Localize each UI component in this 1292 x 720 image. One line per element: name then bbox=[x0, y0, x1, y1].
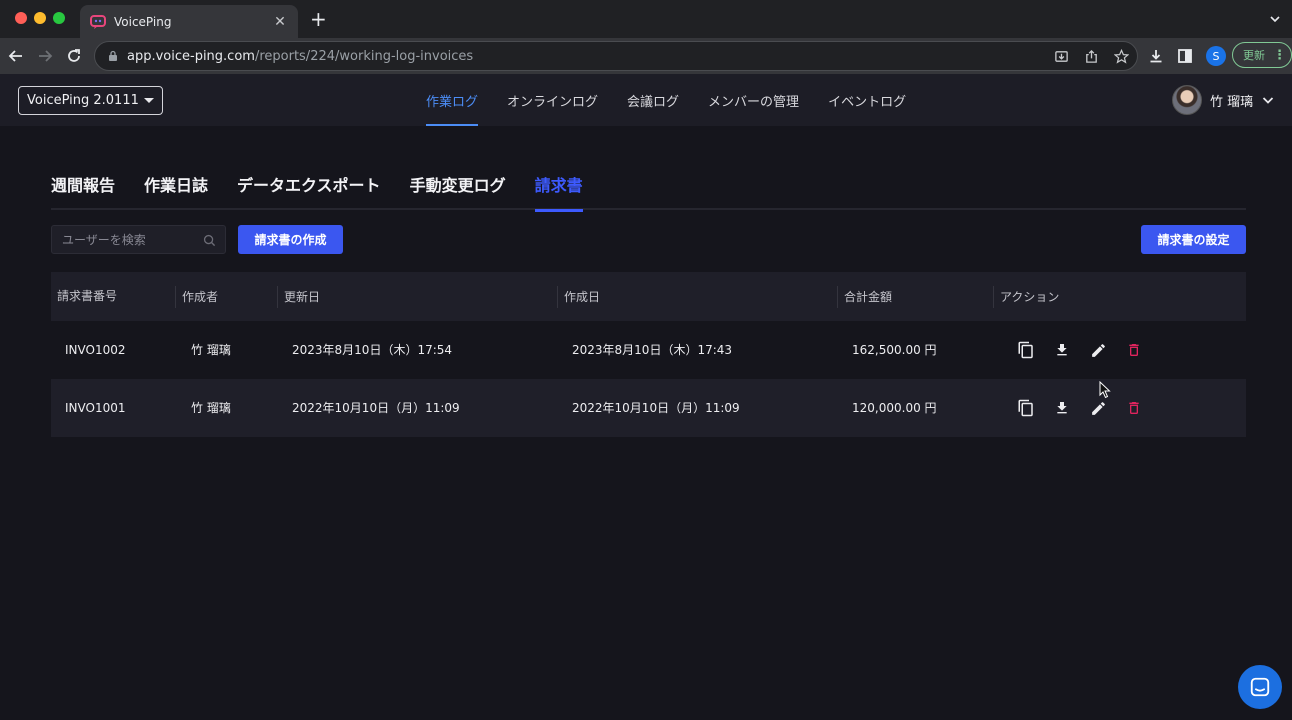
nav-event-log[interactable]: イベントログ bbox=[828, 74, 906, 126]
invoice-table: 請求書番号 作成者 更新日 作成日 合計金額 アクション INVO1002 竹 … bbox=[51, 272, 1246, 437]
new-tab-icon[interactable]: + bbox=[310, 9, 327, 29]
invoice-settings-button[interactable]: 請求書の設定 bbox=[1141, 225, 1246, 254]
nav-member-management[interactable]: メンバーの管理 bbox=[708, 74, 799, 126]
table-row: INVO1002 竹 瑠璃 2023年8月10日（木）17:54 2023年8月… bbox=[51, 321, 1246, 379]
tab-data-export[interactable]: データエクスポート bbox=[237, 166, 381, 210]
chat-icon bbox=[1249, 676, 1271, 698]
browser-tabstrip: VoicePing ✕ + bbox=[0, 0, 1292, 38]
invoice-updated: 2022年10月10日（月）11:09 bbox=[292, 401, 460, 415]
tab-weekly-report[interactable]: 週間報告 bbox=[51, 166, 115, 210]
invoice-total: 120,000.00 円 bbox=[852, 401, 937, 415]
column-header-invoice-number: 請求書番号 bbox=[57, 289, 118, 303]
column-header-total: 合計金額 bbox=[837, 286, 892, 308]
nav-meeting-log[interactable]: 会議ログ bbox=[627, 74, 679, 126]
row-actions bbox=[1017, 399, 1143, 417]
invoice-created: 2022年10月10日（月）11:09 bbox=[572, 401, 740, 415]
reload-icon[interactable] bbox=[64, 46, 84, 66]
tab-manual-change-log[interactable]: 手動変更ログ bbox=[410, 166, 506, 210]
search-input[interactable] bbox=[62, 232, 192, 247]
invoice-updated: 2023年8月10日（木）17:54 bbox=[292, 343, 453, 357]
create-invoice-button[interactable]: 請求書の作成 bbox=[238, 225, 343, 254]
user-search bbox=[51, 225, 226, 254]
mouse-cursor-icon bbox=[1099, 381, 1111, 399]
invoice-created: 2023年8月10日（木）17:43 bbox=[572, 343, 733, 357]
update-label: 更新 bbox=[1243, 49, 1265, 62]
address-bar[interactable]: app.voice-ping.com/reports/224/working-l… bbox=[94, 41, 1138, 71]
profile-avatar[interactable]: S bbox=[1206, 46, 1226, 66]
share-icon[interactable] bbox=[1083, 48, 1099, 64]
workspace-label: VoicePing 2.0111 bbox=[27, 93, 139, 108]
column-header-actions: アクション bbox=[993, 286, 1059, 308]
table-header: 請求書番号 作成者 更新日 作成日 合計金額 アクション bbox=[51, 272, 1246, 321]
url-text: app.voice-ping.com/reports/224/working-l… bbox=[127, 49, 473, 64]
kebab-menu-icon[interactable]: ⋮ bbox=[1273, 48, 1286, 63]
tab-close-icon[interactable]: ✕ bbox=[272, 14, 288, 30]
download-icon[interactable] bbox=[1053, 399, 1071, 417]
nav-online-log[interactable]: オンラインログ bbox=[507, 74, 598, 126]
voiceping-favicon-icon bbox=[90, 14, 106, 30]
tab-search-chevron-icon[interactable] bbox=[1268, 12, 1282, 26]
invoice-number: INVO1001 bbox=[65, 401, 126, 415]
user-name: 竹 瑠璃 bbox=[1210, 94, 1254, 110]
user-avatar bbox=[1172, 85, 1202, 115]
copy-icon[interactable] bbox=[1017, 399, 1035, 417]
browser-tab[interactable]: VoicePing ✕ bbox=[80, 5, 298, 38]
url-path: /reports/224/working-log-invoices bbox=[254, 48, 474, 64]
tab-work-diary[interactable]: 作業日誌 bbox=[144, 166, 208, 210]
delete-icon[interactable] bbox=[1125, 341, 1143, 359]
invoice-number: INVO1002 bbox=[65, 343, 126, 357]
window-minimize-button[interactable] bbox=[34, 12, 46, 24]
column-header-created: 作成日 bbox=[557, 286, 600, 308]
column-header-updated: 更新日 bbox=[277, 286, 320, 308]
window-zoom-button[interactable] bbox=[53, 12, 65, 24]
invoice-author: 竹 瑠璃 bbox=[191, 401, 231, 415]
caret-down-icon bbox=[144, 98, 154, 103]
copy-icon[interactable] bbox=[1017, 341, 1035, 359]
row-actions bbox=[1017, 341, 1143, 359]
delete-icon[interactable] bbox=[1125, 399, 1143, 417]
tab-invoices[interactable]: 請求書 bbox=[534, 166, 583, 212]
browser-toolbar: app.voice-ping.com/reports/224/working-l… bbox=[0, 38, 1292, 74]
search-icon bbox=[203, 234, 216, 247]
invoice-author: 竹 瑠璃 bbox=[191, 343, 231, 357]
window-close-button[interactable] bbox=[15, 12, 27, 24]
report-tabs: 週間報告 作業日誌 データエクスポート 手動変更ログ 請求書 bbox=[51, 166, 1246, 212]
lock-icon bbox=[107, 50, 119, 62]
install-app-icon[interactable] bbox=[1053, 48, 1069, 64]
column-header-author: 作成者 bbox=[175, 286, 218, 308]
workspace-select[interactable]: VoicePing 2.0111 bbox=[18, 86, 163, 115]
back-arrow-icon[interactable] bbox=[6, 46, 26, 66]
invoice-total: 162,500.00 円 bbox=[852, 343, 937, 357]
url-host: app.voice-ping.com bbox=[127, 48, 255, 64]
forward-arrow-icon[interactable] bbox=[35, 46, 55, 66]
table-row: INVO1001 竹 瑠璃 2022年10月10日（月）11:09 2022年1… bbox=[51, 379, 1246, 437]
app-header: VoicePing 2.0111 作業ログ オンラインログ 会議ログ メンバーの… bbox=[0, 74, 1292, 126]
main-nav: 作業ログ オンラインログ 会議ログ メンバーの管理 イベントログ bbox=[426, 74, 906, 126]
edit-icon[interactable] bbox=[1089, 341, 1107, 359]
user-menu[interactable]: 竹 瑠璃 bbox=[1172, 85, 1275, 115]
nav-work-log[interactable]: 作業ログ bbox=[426, 74, 479, 126]
tab-title: VoicePing bbox=[114, 14, 172, 29]
chevron-down-icon bbox=[1261, 93, 1275, 107]
bookmark-star-icon[interactable] bbox=[1113, 48, 1129, 64]
downloads-icon[interactable] bbox=[1148, 48, 1164, 64]
download-icon[interactable] bbox=[1053, 341, 1071, 359]
update-button[interactable]: 更新 ⋮ bbox=[1232, 42, 1292, 68]
edit-icon[interactable] bbox=[1089, 399, 1107, 417]
chat-launcher-button[interactable] bbox=[1238, 665, 1282, 709]
side-panel-icon[interactable] bbox=[1177, 48, 1193, 64]
